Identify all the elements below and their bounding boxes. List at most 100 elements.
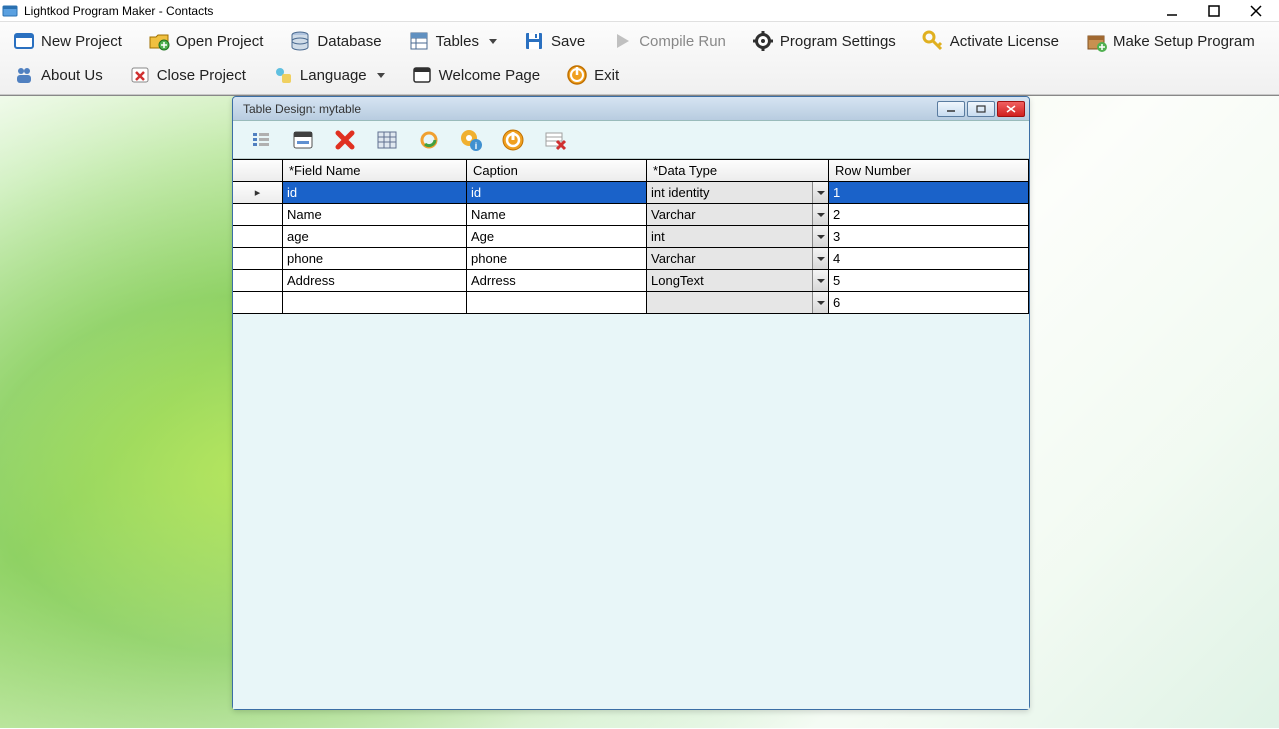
language-button[interactable]: Language [263,60,394,90]
minimize-button[interactable] [1151,0,1193,22]
row-indicator[interactable] [233,226,283,248]
cell-row-number[interactable]: 1 [829,182,1029,204]
open-project-button[interactable]: Open Project [139,26,273,56]
cell-data-type[interactable]: Varchar [647,204,829,226]
header-row-number[interactable]: Row Number [829,160,1029,182]
cell-data-type[interactable]: int [647,226,829,248]
key-icon [922,30,944,52]
cell-data-type[interactable]: Varchar [647,248,829,270]
database-icon [289,30,311,52]
header-field-name[interactable]: *Field Name [283,160,467,182]
cell-data-type[interactable]: LongText [647,270,829,292]
close-project-button[interactable]: Close Project [120,60,255,90]
about-us-label: About Us [41,67,103,84]
database-button[interactable]: Database [280,26,390,56]
child-toolbar: i [233,121,1029,159]
row-indicator[interactable] [233,270,283,292]
cell-caption[interactable] [467,292,647,314]
window-title: Lightkod Program Maker - Contacts [24,4,213,18]
tables-label: Tables [436,33,479,50]
tables-button[interactable]: Tables [399,26,506,56]
cell-row-number[interactable]: 5 [829,270,1029,292]
table-row[interactable]: idid int identity 1 [233,182,1029,204]
cell-field-name[interactable]: phone [283,248,467,270]
child-minimize-button[interactable] [937,101,965,117]
about-us-button[interactable]: About Us [4,60,112,90]
make-setup-label: Make Setup Program [1113,33,1255,50]
table-row[interactable]: AddressAdrressLongText5 [233,270,1029,292]
grid-header-row: *Field Name Caption *Data Type Row Numbe… [233,160,1029,182]
cell-field-name[interactable]: Address [283,270,467,292]
gear-info-icon[interactable]: i [457,126,485,154]
dropdown-arrow-icon[interactable] [812,292,828,313]
cell-field-name[interactable]: id [283,182,467,204]
about-icon [13,64,35,86]
grid-icon[interactable] [373,126,401,154]
row-indicator[interactable] [233,204,283,226]
cell-row-number[interactable]: 6 [829,292,1029,314]
table-row[interactable]: NameNameVarchar2 [233,204,1029,226]
compile-run-button[interactable]: Compile Run [602,26,735,56]
row-indicator[interactable] [233,182,283,204]
database-label: Database [317,33,381,50]
cell-row-number[interactable]: 4 [829,248,1029,270]
activate-license-button[interactable]: Activate License [913,26,1068,56]
cell-caption[interactable]: Name [467,204,647,226]
open-project-label: Open Project [176,33,264,50]
close-button[interactable] [1235,0,1277,22]
exit-label: Exit [594,67,619,84]
header-caption[interactable]: Caption [467,160,647,182]
compile-run-label: Compile Run [639,33,726,50]
cell-caption[interactable]: Adrress [467,270,647,292]
table-row[interactable]: phonephone Varchar 4 [233,248,1029,270]
cell-data-type[interactable]: int identity [647,182,829,204]
cell-row-number[interactable]: 2 [829,204,1029,226]
cell-data-type[interactable] [647,292,829,314]
cell-field-name[interactable]: age [283,226,467,248]
dropdown-arrow-icon[interactable] [812,226,828,247]
language-label: Language [300,67,367,84]
row-indicator[interactable] [233,248,283,270]
play-icon [611,30,633,52]
cell-caption[interactable]: id [467,182,647,204]
grid-empty-area [233,314,1029,709]
make-setup-button[interactable]: Make Setup Program [1076,26,1264,56]
tables-caret-icon [489,39,497,44]
maximize-button[interactable] [1193,0,1235,22]
cell-caption[interactable]: Age [467,226,647,248]
data-type-value: Varchar [651,251,696,266]
power-icon[interactable] [499,126,527,154]
open-project-icon [148,30,170,52]
new-project-button[interactable]: New Project [4,26,131,56]
child-titlebar[interactable]: Table Design: mytable [233,97,1029,121]
program-settings-button[interactable]: Program Settings [743,26,905,56]
dropdown-arrow-icon[interactable] [812,204,828,225]
dropdown-arrow-icon[interactable] [812,182,828,203]
child-maximize-button[interactable] [967,101,995,117]
cell-field-name[interactable]: Name [283,204,467,226]
remove-row-icon[interactable] [541,126,569,154]
table-row[interactable]: ageAgeint3 [233,226,1029,248]
save-label: Save [551,33,585,50]
form-icon[interactable] [289,126,317,154]
refresh-icon[interactable] [415,126,443,154]
exit-button[interactable]: Exit [557,60,628,90]
delete-icon[interactable] [331,126,359,154]
row-indicator[interactable] [233,292,283,314]
table-row[interactable]: 6 [233,292,1029,314]
list-icon[interactable] [247,126,275,154]
child-close-button[interactable] [997,101,1025,117]
header-data-type[interactable]: *Data Type [647,160,829,182]
dropdown-arrow-icon[interactable] [812,270,828,291]
fields-grid: *Field Name Caption *Data Type Row Numbe… [233,159,1029,314]
welcome-page-label: Welcome Page [439,67,540,84]
cell-row-number[interactable]: 3 [829,226,1029,248]
save-button[interactable]: Save [514,26,594,56]
main-toolbar: New Project Open Project Database Tables [0,22,1279,95]
dropdown-arrow-icon[interactable] [812,248,828,269]
cell-field-name[interactable] [283,292,467,314]
tables-icon [408,30,430,52]
data-type-value: int identity [651,185,710,200]
welcome-page-button[interactable]: Welcome Page [402,60,549,90]
cell-caption[interactable]: phone [467,248,647,270]
